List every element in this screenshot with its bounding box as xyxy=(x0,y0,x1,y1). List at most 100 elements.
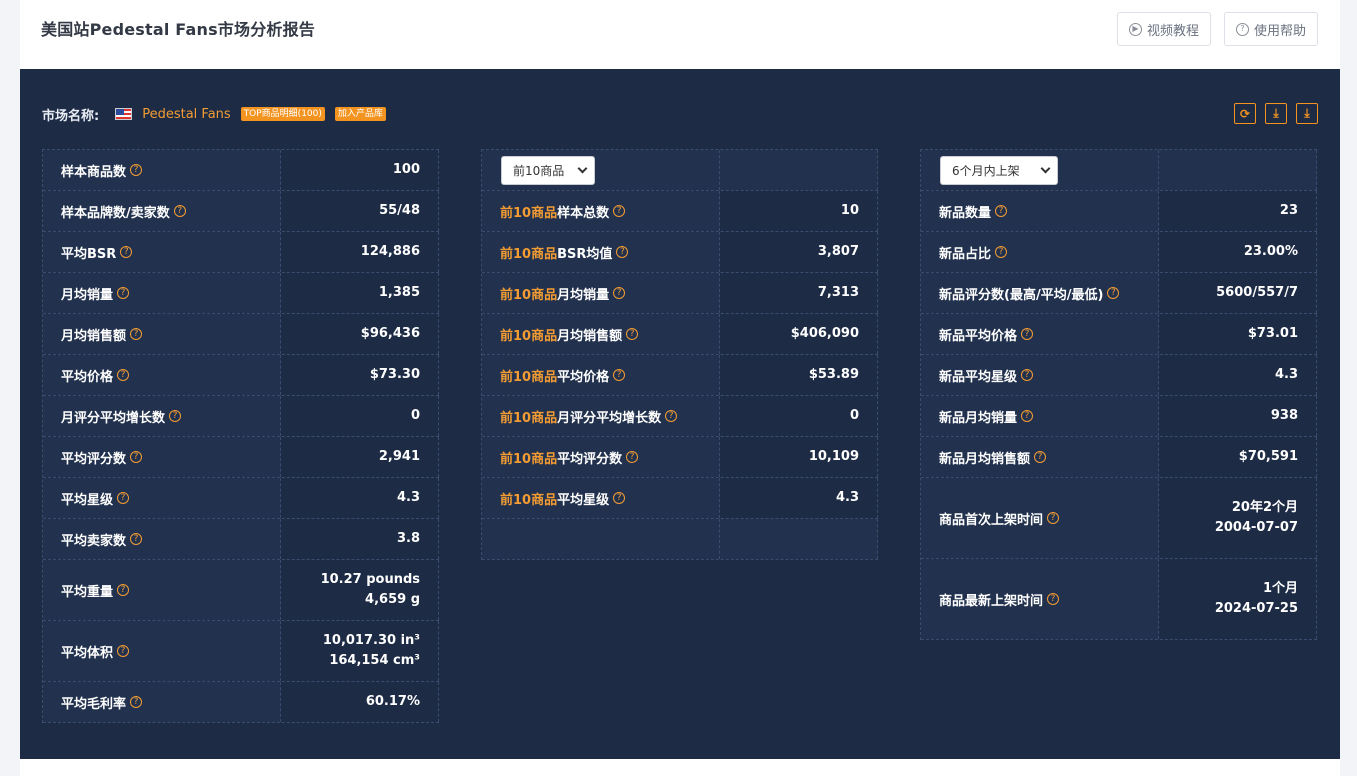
help-icon[interactable]: ? xyxy=(169,410,182,422)
table-row: 平均评分数? 2,941 xyxy=(43,437,439,478)
us-flag-icon xyxy=(115,108,133,120)
metric-label: 新品平均星级? xyxy=(921,355,1159,395)
help-icon[interactable]: ? xyxy=(173,205,186,217)
metric-value: 2,941 xyxy=(378,449,420,464)
table-row: 平均卖家数? 3.8 xyxy=(43,519,439,560)
metric-value: 20年2个月 xyxy=(1231,500,1298,515)
market-name-link[interactable]: Pedestal Fans xyxy=(142,107,230,122)
metric-value: 23.00% xyxy=(1243,244,1298,259)
metric-value: 0 xyxy=(410,408,420,423)
metric-value-cell: 10,017.30 in³ 164,154 cm³ xyxy=(281,621,439,681)
help-icon[interactable]: ? xyxy=(130,533,143,545)
metric-value-cell: 5600/557/7 xyxy=(1159,273,1317,313)
help-icon[interactable]: ? xyxy=(1034,451,1047,463)
table-row: 平均价格? $73.30 xyxy=(43,355,439,396)
help-icon[interactable]: ? xyxy=(130,696,143,708)
help-icon[interactable]: ? xyxy=(626,451,639,463)
metric-value-secondary: 164,154 cm³ xyxy=(329,653,420,668)
metric-value-cell: 3,807 xyxy=(720,232,878,272)
table-row: 前10商品 月评分平均增长数? 0 xyxy=(482,396,878,437)
metric-value: $73.01 xyxy=(1247,326,1298,341)
help-icon[interactable]: ? xyxy=(1107,287,1120,299)
metric-value-cell: 7,313 xyxy=(720,273,878,313)
table-row: 前10商品 平均评分数? 10,109 xyxy=(482,437,878,478)
help-icon[interactable]: ? xyxy=(117,645,130,657)
help-icon[interactable]: ? xyxy=(995,205,1008,217)
help-button[interactable]: ? 使用帮助 xyxy=(1224,12,1318,46)
metric-label-text: 新品平均价格 xyxy=(939,328,1018,344)
page-title: 美国站Pedestal Fans市场分析报告 xyxy=(41,20,316,39)
help-icon[interactable]: ? xyxy=(995,246,1008,258)
table-row: 平均星级? 4.3 xyxy=(43,478,439,519)
metric-label-text: 平均卖家数 xyxy=(61,533,127,549)
help-icon[interactable]: ? xyxy=(120,246,133,258)
help-icon[interactable]: ? xyxy=(1021,369,1034,381)
metric-value: 4.3 xyxy=(396,490,420,505)
metric-value: 1个月 xyxy=(1262,581,1298,596)
play-icon: ▶ xyxy=(1128,22,1142,36)
metric-label: 平均评分数? xyxy=(43,437,281,477)
table-row: 新品平均星级? 4.3 xyxy=(921,355,1317,396)
metric-prefix: 前10商品 xyxy=(500,451,558,467)
help-icon[interactable]: ? xyxy=(1021,328,1034,340)
metric-value-cell: 4.3 xyxy=(720,478,878,518)
video-tutorial-label: 视频教程 xyxy=(1146,23,1199,39)
help-icon[interactable]: ? xyxy=(117,492,130,504)
metric-label-text: 新品月均销量 xyxy=(939,410,1018,426)
help-icon[interactable]: ? xyxy=(613,492,626,504)
metric-prefix: 前10商品 xyxy=(500,369,558,385)
top10-select[interactable]: 前10商品 xyxy=(501,155,595,185)
help-icon[interactable]: ? xyxy=(130,328,143,340)
table-row: 样本商品数? 100 xyxy=(43,150,439,191)
refresh-icon[interactable]: ⟳ xyxy=(1234,103,1256,124)
metric-value: 10,109 xyxy=(808,449,859,464)
metric-value-cell: 10.27 pounds 4,659 g xyxy=(281,560,439,620)
metric-label: 月均销量? xyxy=(43,273,281,313)
help-icon[interactable]: ? xyxy=(1047,593,1060,605)
help-icon[interactable]: ? xyxy=(665,410,678,422)
top-products-tag[interactable]: TOP商品明细(100) xyxy=(240,107,325,121)
metric-value-cell: 10 xyxy=(720,191,878,231)
listing-period-select[interactable]: 6个月内上架 xyxy=(940,155,1058,185)
help-icon[interactable]: ? xyxy=(117,287,130,299)
help-icon[interactable]: ? xyxy=(1047,512,1060,524)
video-tutorial-button[interactable]: ▶ 视频教程 xyxy=(1117,12,1211,46)
help-icon[interactable]: ? xyxy=(616,246,629,258)
help-icon[interactable]: ? xyxy=(613,205,626,217)
metric-label-text: 月均销售额 xyxy=(61,328,127,344)
metric-label-text: 平均体积 xyxy=(61,645,114,661)
help-icon[interactable]: ? xyxy=(130,164,143,176)
metric-label: 样本品牌数/卖家数? xyxy=(43,191,281,231)
metric-value: 5600/557/7 xyxy=(1216,285,1298,300)
table-row: 前10商品 样本总数? 10 xyxy=(482,191,878,232)
metric-label: 平均体积? xyxy=(43,621,281,681)
help-icon[interactable]: ? xyxy=(626,328,639,340)
metric-label-text: 商品最新上架时间 xyxy=(939,593,1044,609)
metric-label: 样本商品数? xyxy=(43,150,281,190)
metric-value-secondary: 2024-07-25 xyxy=(1214,601,1298,616)
metric-value: 124,886 xyxy=(360,244,420,259)
help-icon[interactable]: ? xyxy=(130,451,143,463)
help-icon[interactable]: ? xyxy=(1021,410,1034,422)
metric-value: 10,017.30 in³ xyxy=(322,633,420,648)
metric-value-cell: 4.3 xyxy=(281,478,439,518)
table-row: 月均销量? 1,385 xyxy=(43,273,439,314)
export-icon[interactable]: ⤓ xyxy=(1296,103,1318,124)
help-icon[interactable]: ? xyxy=(117,584,130,596)
help-icon[interactable]: ? xyxy=(613,287,626,299)
add-to-library-tag[interactable]: 加入产品库 xyxy=(334,107,386,121)
metric-value-cell: 10,109 xyxy=(720,437,878,477)
metric-label-text: 样本品牌数/卖家数 xyxy=(61,205,170,221)
metric-label-text: 平均价格 xyxy=(61,369,114,385)
metric-value-cell: 3.8 xyxy=(281,519,439,559)
bottom-strip xyxy=(20,759,1340,776)
toolbar: ⟳ ⤓ ⤓ xyxy=(1234,103,1318,124)
metric-value-cell: 938 xyxy=(1159,396,1317,436)
download-icon[interactable]: ⤓ xyxy=(1265,103,1287,124)
top10-table: 前10商品 前10商品 样本总数? 10 前10商品 BSR均值? 3,807 前10商品月… xyxy=(481,149,878,560)
metric-value-cell: 2,941 xyxy=(281,437,439,477)
help-icon[interactable]: ? xyxy=(613,369,626,381)
help-icon[interactable]: ? xyxy=(117,369,130,381)
metric-label-text: 平均毛利率 xyxy=(61,696,127,712)
metric-label-text: 月评分平均增长数 xyxy=(557,410,662,426)
